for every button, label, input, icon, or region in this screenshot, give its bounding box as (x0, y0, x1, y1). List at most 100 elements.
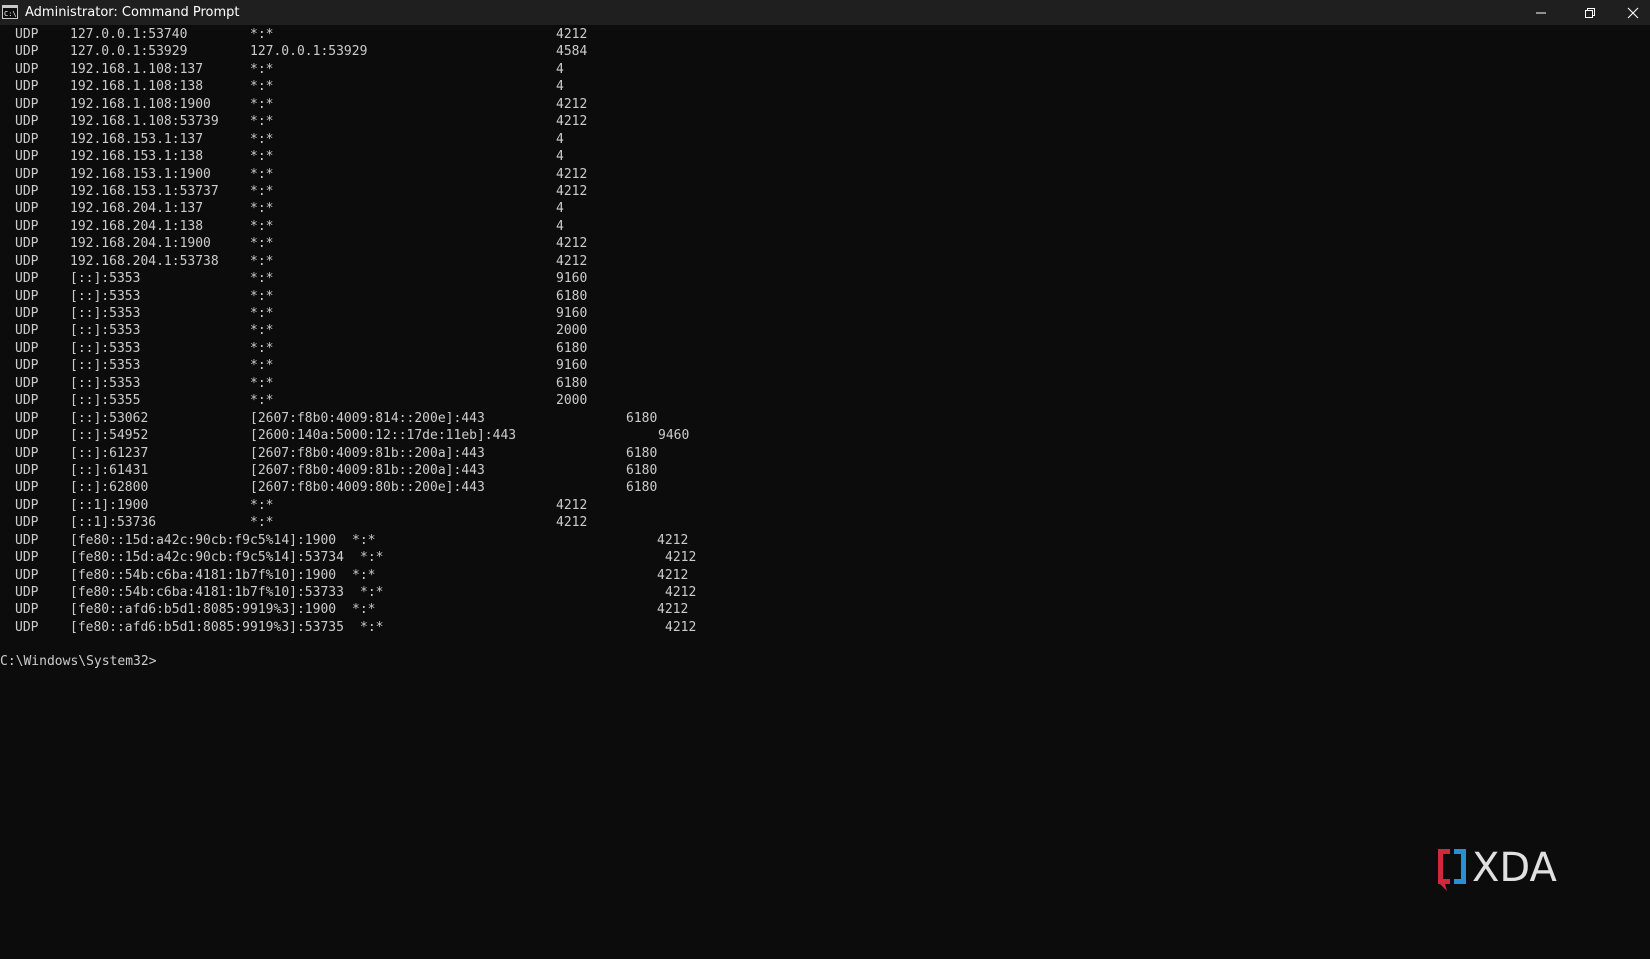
connection-row: UDP [fe80::afd6:b5d1:8085:9919%3]:53735 *:… (0, 619, 1650, 636)
foreign-address-cell: *:* (352, 602, 376, 618)
connection-row: UDP [fe80::54b:c6ba:4181:1b7f%10]:1900 *:*… (0, 567, 1650, 584)
restore-icon (1585, 7, 1595, 18)
protocol-cell: UDP (15, 166, 39, 182)
pid-cell: 4212 (657, 567, 689, 583)
local-address-cell: [::]:5355 (70, 393, 141, 409)
local-address-cell: [fe80::15d:a42c:90cb:f9c5%14]:1900 (70, 532, 337, 548)
pid-cell: 4212 (556, 236, 588, 252)
foreign-address-cell: *:* (250, 96, 274, 112)
connection-row: UDP 192.168.153.1:137 *:* 4 (0, 131, 1650, 148)
connection-row: UDP [::]:5353 *:* 6180 (0, 375, 1650, 392)
command-prompt-line[interactable]: C:\Windows\System32> (0, 654, 157, 669)
connection-row: UDP [::]:5353 *:* 9160 (0, 305, 1650, 322)
minimize-button[interactable] (1518, 0, 1564, 25)
command-prompt-icon: C:\ (2, 5, 18, 19)
local-address-cell: 192.168.1.108:138 (70, 79, 204, 95)
protocol-cell: UDP (15, 619, 39, 635)
local-address-cell: [::]:61237 (70, 445, 149, 461)
local-address-cell: 127.0.0.1:53740 (70, 27, 188, 42)
foreign-address-cell: [2607:f8b0:4009:814::200e]:443 (250, 410, 485, 426)
console-output[interactable]: UDP 127.0.0.1:53740 *:* 4212 UDP 127.0.0.1:53… (0, 26, 1650, 959)
local-address-cell: [fe80::afd6:b5d1:8085:9919%3]:1900 (70, 602, 337, 618)
local-address-cell: [::]:53062 (70, 410, 149, 426)
local-address-cell: 192.168.204.1:138 (70, 218, 204, 234)
minimize-icon (1536, 12, 1546, 13)
foreign-address-cell: *:* (250, 27, 274, 42)
local-address-cell: [::]:5353 (70, 375, 141, 391)
connection-row: UDP 192.168.204.1:53738 *:* 4212 (0, 253, 1650, 270)
foreign-address-cell: *:* (250, 375, 274, 391)
connection-row: UDP [::]:5353 *:* 9160 (0, 357, 1650, 374)
connection-row: UDP 192.168.1.108:1900 *:* 4212 (0, 96, 1650, 113)
connection-row: UDP 192.168.204.1:1900 *:* 4212 (0, 235, 1650, 252)
restore-button[interactable] (1567, 0, 1613, 25)
protocol-cell: UDP (15, 306, 39, 321)
connection-row: UDP [::]:61431 [2607:f8b0:4009:81b::200a]:… (0, 462, 1650, 479)
protocol-cell: UDP (15, 253, 39, 269)
connection-row: UDP [::]:5353 *:* 6180 (0, 340, 1650, 357)
pid-cell: 4 (556, 218, 564, 234)
pid-cell: 4212 (556, 27, 588, 42)
protocol-cell: UDP (15, 96, 39, 112)
connection-row: UDP [::]:61237 [2607:f8b0:4009:81b::200a]:… (0, 445, 1650, 462)
protocol-cell: UDP (15, 532, 39, 548)
pid-cell: 4212 (665, 619, 697, 635)
foreign-address-cell: *:* (250, 114, 274, 130)
pid-cell: 9160 (556, 358, 588, 374)
connection-row: UDP [::1]:53736 *:* 4212 (0, 514, 1650, 531)
protocol-cell: UDP (15, 480, 39, 496)
pid-cell: 4212 (556, 497, 588, 513)
foreign-address-cell: *:* (250, 393, 274, 409)
protocol-cell: UDP (15, 445, 39, 461)
local-address-cell: [::]:5353 (70, 340, 141, 356)
foreign-address-cell: *:* (250, 306, 274, 321)
pid-cell: 4 (556, 79, 564, 95)
connection-row: UDP 127.0.0.1:53929 127.0.0.1:53929 4584 (0, 43, 1650, 60)
connection-row: UDP 192.168.1.108:138 *:* 4 (0, 78, 1650, 95)
local-address-cell: [::]:54952 (70, 428, 149, 444)
foreign-address-cell: 127.0.0.1:53929 (250, 44, 368, 60)
foreign-address-cell: *:* (360, 585, 384, 600)
pid-cell: 2000 (556, 323, 588, 339)
foreign-address-cell: *:* (250, 323, 274, 339)
protocol-cell: UDP (15, 149, 39, 165)
protocol-cell: UDP (15, 567, 39, 583)
local-address-cell: 192.168.204.1:53738 (70, 253, 219, 269)
protocol-cell: UDP (15, 131, 39, 147)
local-address-cell: [fe80::15d:a42c:90cb:f9c5%14]:53734 (70, 550, 344, 566)
pid-cell: 4212 (657, 532, 689, 548)
foreign-address-cell: *:* (352, 567, 376, 583)
foreign-address-cell: *:* (250, 183, 274, 199)
pid-cell: 4212 (556, 515, 588, 531)
foreign-address-cell: *:* (250, 166, 274, 182)
protocol-cell: UDP (15, 585, 39, 600)
local-address-cell: [::]:5353 (70, 271, 141, 287)
connection-row: UDP 192.168.204.1:137 *:* 4 (0, 200, 1650, 217)
protocol-cell: UDP (15, 288, 39, 304)
protocol-cell: UDP (15, 79, 39, 95)
local-address-cell: [::]:62800 (70, 480, 149, 496)
connection-row: UDP 192.168.1.108:137 *:* 4 (0, 61, 1650, 78)
foreign-address-cell: *:* (250, 149, 274, 165)
connection-row: UDP [::]:5353 *:* 6180 (0, 288, 1650, 305)
connection-row: UDP 192.168.204.1:138 *:* 4 (0, 218, 1650, 235)
protocol-cell: UDP (15, 27, 39, 42)
close-icon (1627, 7, 1639, 18)
connection-row: UDP [fe80::54b:c6ba:4181:1b7f%10]:53733 *:… (0, 584, 1650, 601)
foreign-address-cell: *:* (250, 79, 274, 95)
protocol-cell: UDP (15, 44, 39, 60)
local-address-cell: [::]:61431 (70, 462, 149, 478)
connection-row: UDP [::]:62800 [2607:f8b0:4009:80b::200e]:… (0, 479, 1650, 496)
close-button[interactable] (1616, 0, 1650, 25)
title-bar[interactable]: C:\ Administrator: Command Prompt (0, 0, 1650, 25)
protocol-cell: UDP (15, 340, 39, 356)
xda-wordmark: XDA (1472, 845, 1558, 891)
connection-row: UDP [::]:5353 *:* 2000 (0, 322, 1650, 339)
protocol-cell: UDP (15, 462, 39, 478)
protocol-cell: UDP (15, 323, 39, 339)
foreign-address-cell: *:* (352, 532, 376, 548)
pid-cell: 4212 (556, 183, 588, 199)
pid-cell: 4212 (657, 602, 689, 618)
local-address-cell: 127.0.0.1:53929 (70, 44, 188, 60)
connection-row: UDP [::]:5355 *:* 2000 (0, 392, 1650, 409)
